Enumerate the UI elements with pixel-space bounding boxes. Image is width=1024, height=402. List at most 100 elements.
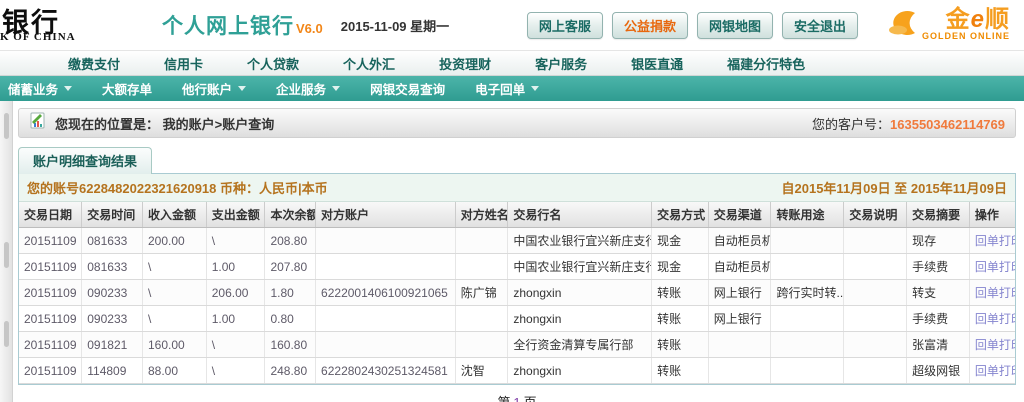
cell-txn-channel: 网上银行 [708, 306, 771, 332]
left-splitter[interactable] [0, 101, 13, 402]
customer-number-label: 您的客户号：1635503462114769 [812, 114, 1005, 133]
cell-txn-channel: 自动柜员机 [708, 228, 771, 254]
cell-counterparty-account: 6222802430251324581 [316, 358, 456, 384]
subnav-item-label: 储蓄业务 [8, 79, 58, 98]
subnav-item-large-deposit[interactable]: 大额存单 [87, 79, 167, 98]
cell-txn-time: 090233 [82, 280, 143, 306]
cell-txn-channel: 自动柜员机 [708, 254, 771, 280]
breadcrumb: 您现在的位置是： 我的账户>账户查询 [55, 114, 274, 133]
cell-txn-bank-name: 中国农业银行宜兴新庄支行 [508, 228, 652, 254]
cell-counterparty-account: 6222001406100921065 [316, 280, 456, 306]
cell-income-amount: 200.00 [142, 228, 206, 254]
quick-link-online-service[interactable]: 网上客服 [527, 12, 603, 39]
cell-txn-summary: 手续费 [907, 254, 970, 280]
customer-number: 1635503462114769 [890, 117, 1005, 132]
cell-txn-description [844, 358, 907, 384]
cell-txn-date: 20151109 [19, 358, 82, 384]
cell-txn-method: 转账 [652, 358, 709, 384]
page-number: 1 [510, 395, 523, 402]
nav-item-credit-card[interactable]: 信用卡 [142, 54, 225, 73]
col-header-txn-time: 交易时间 [82, 202, 143, 228]
cell-txn-date: 20151109 [19, 280, 82, 306]
page: 银行 K OF CHINA 个人网上银行 V6.0 2015-11-09 星期一… [0, 0, 1024, 402]
subnav-item-other-bank-account[interactable]: 他行账户 [167, 79, 261, 98]
nav-item-bank-medical[interactable]: 银医直通 [609, 54, 705, 73]
cell-transfer-purpose [771, 306, 844, 332]
nav-item-customer-service[interactable]: 客户服务 [513, 54, 609, 73]
receipt-print-link[interactable]: 回单打印 [975, 286, 1015, 300]
receipt-print-link[interactable]: 回单打印 [975, 260, 1015, 274]
cell-txn-channel [708, 358, 771, 384]
cell-counterparty-account [316, 254, 456, 280]
receipt-print-link[interactable]: 回单打印 [975, 234, 1015, 248]
subnav-item-corporate-service[interactable]: 企业服务 [261, 79, 355, 98]
transaction-table: 交易日期交易时间收入金额支出金额本次余额对方账户对方姓名交易行名交易方式交易渠道… [19, 202, 1015, 384]
chevron-down-icon [332, 86, 340, 91]
nav-item-personal-loan[interactable]: 个人贷款 [225, 54, 321, 73]
table-row: 20151109090233\1.000.80zhongxin转账网上银行手续费… [19, 306, 1015, 332]
col-header-counterparty-account: 对方账户 [316, 202, 456, 228]
splitter-handle[interactable] [4, 321, 9, 347]
cell-txn-channel: 网上银行 [708, 280, 771, 306]
quick-link-safe-exit[interactable]: 安全退出 [782, 12, 858, 39]
splitter-handle[interactable] [4, 242, 9, 268]
cell-txn-date: 20151109 [19, 332, 82, 358]
nav-item-payment[interactable]: 缴费支付 [46, 54, 142, 73]
cell-transfer-purpose [771, 358, 844, 384]
bank-logo-en: K OF CHINA [0, 31, 76, 43]
subnav-item-label: 网银交易查询 [370, 79, 445, 98]
cell-txn-method: 现金 [652, 254, 709, 280]
cell-txn-description [844, 332, 907, 358]
brand-name-en: GOLDEN ONLINE [922, 31, 1010, 41]
subnav-item-savings[interactable]: 储蓄业务 [0, 79, 87, 98]
chevron-down-icon [238, 86, 246, 91]
subnav-item-e-receipt[interactable]: 电子回单 [460, 79, 554, 98]
col-header-txn-date: 交易日期 [19, 202, 82, 228]
cell-expense-amount: \ [206, 358, 265, 384]
receipt-print-link[interactable]: 回单打印 [975, 312, 1015, 326]
cell-balance: 1.80 [265, 280, 316, 306]
cell-txn-time: 090233 [82, 306, 143, 332]
cell-txn-method: 转账 [652, 332, 709, 358]
product-title: 个人网上银行 V6.0 [162, 10, 323, 40]
quick-link-ebank-map[interactable]: 网银地图 [697, 12, 773, 39]
cell-txn-date: 20151109 [19, 254, 82, 280]
nav-item-fujian-branch-features[interactable]: 福建分行特色 [705, 54, 827, 73]
receipt-print-link[interactable]: 回单打印 [975, 364, 1015, 378]
cell-txn-summary: 张富清 [907, 332, 970, 358]
chevron-down-icon [64, 86, 72, 91]
product-version: V6.0 [296, 21, 323, 36]
table-row: 20151109081633200.00\208.80中国农业银行宜兴新庄支行现… [19, 228, 1015, 254]
tab-account-detail-result[interactable]: 账户明细查询结果 [18, 147, 152, 174]
header-quick-links: 网上客服公益捐款网银地图安全退出 [527, 12, 858, 39]
cell-operation: 回单打印 [969, 306, 1015, 332]
quick-link-charity-donation[interactable]: 公益捐款 [612, 12, 688, 39]
secondary-nav: 储蓄业务 大额存单他行账户企业服务网银交易查询电子回单 [0, 76, 1024, 101]
cell-txn-time: 091821 [82, 332, 143, 358]
nav-item-investment[interactable]: 投资理财 [417, 54, 513, 73]
cell-expense-amount: 206.00 [206, 280, 265, 306]
cell-txn-method: 现金 [652, 228, 709, 254]
cell-txn-channel [708, 332, 771, 358]
primary-nav: 缴费支付信用卡个人贷款个人外汇投资理财客户服务银医直通福建分行特色 [0, 50, 1024, 76]
cell-counterparty-name: 陈广锦 [455, 280, 508, 306]
cell-txn-date: 20151109 [19, 228, 82, 254]
splitter-handle[interactable] [4, 113, 9, 139]
cell-transfer-purpose: 跨行实时转... [771, 280, 844, 306]
cell-txn-summary: 手续费 [907, 306, 970, 332]
table-row: 2015110911480988.00\248.8062228024302513… [19, 358, 1015, 384]
cell-operation: 回单打印 [969, 332, 1015, 358]
result-panel: 您的账号6228482022321620918 币种：人民币|本币 自2015年… [18, 173, 1016, 385]
breadcrumb-bar: 您现在的位置是： 我的账户>账户查询 您的客户号：163550346211476… [18, 108, 1016, 138]
cell-operation: 回单打印 [969, 228, 1015, 254]
receipt-print-link[interactable]: 回单打印 [975, 338, 1015, 352]
nav-item-personal-forex[interactable]: 个人外汇 [321, 54, 417, 73]
cell-txn-description [844, 254, 907, 280]
cell-counterparty-name [455, 306, 508, 332]
cell-txn-method: 转账 [652, 306, 709, 332]
subnav-item-ebank-transaction-query[interactable]: 网银交易查询 [355, 79, 460, 98]
cell-income-amount: \ [142, 280, 206, 306]
col-header-txn-summary: 交易摘要 [907, 202, 970, 228]
col-header-expense-amount: 支出金额 [206, 202, 265, 228]
product-title-text: 个人网上银行 [162, 10, 294, 40]
